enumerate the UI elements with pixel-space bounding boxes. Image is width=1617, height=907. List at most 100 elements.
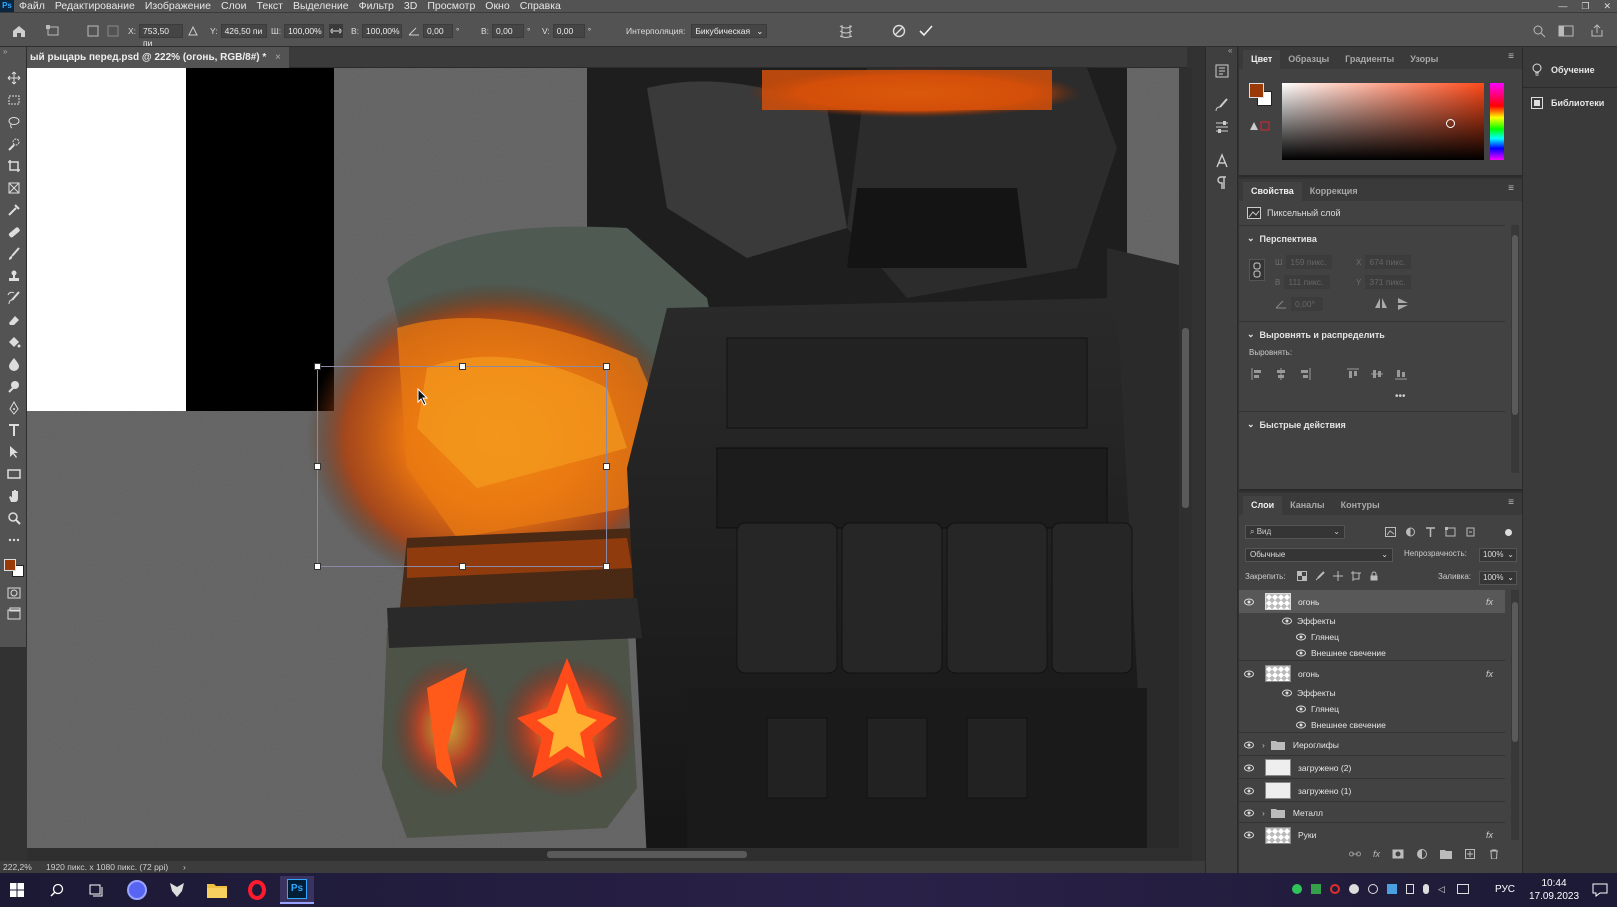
windows-start-icon[interactable] [0,876,34,904]
rotate-input[interactable]: 0,00 [423,24,453,38]
transform-handle-r[interactable] [603,463,610,470]
learn-button[interactable]: Обучение [1531,63,1595,77]
visibility-eye-icon[interactable] [1244,809,1254,817]
chevron-right-icon[interactable]: › [1262,808,1265,818]
effect-row-satin[interactable]: Глянец [1239,701,1505,717]
more-options-button[interactable]: ••• [1395,391,1406,402]
effect-row-outer-glow[interactable]: Внешнее свечение [1239,645,1505,661]
quick-actions-header[interactable]: ⌄ Быстрые действия [1247,419,1346,430]
taskbar-search-icon[interactable] [40,876,74,904]
add-mask-icon[interactable] [1392,849,1404,859]
layer-row-hands[interactable]: Руки fx [1239,824,1505,845]
visibility-eye-icon[interactable] [1296,633,1306,641]
vertical-scroll-thumb[interactable] [1182,328,1189,508]
tab-gradients[interactable]: Градиенты [1337,50,1402,69]
link-dimensions-icon[interactable] [1249,259,1265,281]
history-panel-icon[interactable] [1214,63,1230,79]
panel-menu-icon[interactable]: ≡ [1508,498,1514,508]
align-left-icon[interactable] [1251,368,1263,380]
tray-nvidia-icon[interactable] [1311,884,1321,894]
transform-bounding-box[interactable] [314,363,610,570]
tray-telegram-icon[interactable] [1387,884,1397,894]
file-explorer-icon[interactable] [200,876,234,904]
dodge-tool-icon[interactable] [5,377,22,394]
layer-row-loaded-2[interactable]: загружено (2) [1239,757,1505,779]
fill-input[interactable]: 100% ⌄ [1479,571,1517,585]
visibility-eye-icon[interactable] [1296,721,1306,729]
lock-transparency-icon[interactable] [1297,571,1307,581]
path-selection-tool-icon[interactable] [5,443,22,460]
effects-row[interactable]: Эффекты [1239,613,1505,629]
collapse-column-icon[interactable]: « [1228,46,1232,55]
y-input[interactable]: 426,50 пи [220,24,267,38]
filter-type-icon[interactable] [1425,527,1436,537]
transform-handle-t[interactable] [459,363,466,370]
color-swatches-pair[interactable] [1249,83,1275,109]
group-row-metal[interactable]: › Металл [1239,803,1505,823]
visibility-eye-icon[interactable] [1244,741,1254,749]
notifications-icon[interactable] [1592,882,1608,898]
transform-handle-tl[interactable] [314,363,321,370]
visibility-eye-icon[interactable] [1282,617,1292,625]
visibility-eye-icon[interactable] [1244,764,1254,772]
transform-icon[interactable] [45,23,61,39]
filter-smart-object-icon[interactable] [1465,527,1476,537]
persp-w-input[interactable]: 159 пикс. [1286,255,1333,269]
tray-mic-icon[interactable] [1423,884,1429,894]
close-window-icon[interactable]: ✕ [1603,0,1611,12]
interpolation-select[interactable]: Бикубическая ⌄ [691,24,768,38]
opacity-input[interactable]: 100% ⌄ [1479,548,1517,562]
align-bottom-icon[interactable] [1395,368,1407,380]
history-brush-tool-icon[interactable] [5,289,22,306]
close-tab-icon[interactable]: × [275,52,281,63]
input-language[interactable]: РУС [1495,884,1515,895]
collapse-toolbar-icon[interactable]: » [3,47,7,56]
discord-icon[interactable] [120,876,154,904]
document-tab[interactable]: ый рыцарь перед.psd @ 222% (огонь, RGB/8… [27,47,289,68]
move-tool-icon[interactable] [5,69,22,86]
layers-scroll-thumb[interactable] [1512,602,1518,742]
horizontal-scroll-thumb[interactable] [547,851,747,858]
menu-edit[interactable]: Редактирование [50,0,140,12]
search-icon[interactable] [1532,23,1546,39]
visibility-eye-icon[interactable] [1282,689,1292,697]
blur-tool-icon[interactable] [5,355,22,372]
tab-adjustments[interactable]: Коррекция [1302,182,1366,201]
opera-icon[interactable] [240,876,274,904]
x-input[interactable]: 753,50 пи [139,24,184,48]
perspective-section-header[interactable]: ⌄ Перспектива [1247,233,1317,244]
color-swatches[interactable] [4,556,24,580]
pen-tool-icon[interactable] [5,399,22,416]
delta-icon[interactable] [188,23,198,39]
align-center-v-icon[interactable] [1371,368,1383,380]
workspace-icon[interactable] [1558,23,1574,39]
persp-angle-input[interactable]: 0,00° [1291,297,1323,311]
new-layer-icon[interactable] [1464,849,1476,859]
visibility-eye-icon[interactable] [1244,598,1254,606]
eyedropper-tool-icon[interactable] [5,201,22,218]
new-adjustment-layer-icon[interactable] [1416,849,1428,859]
lock-all-icon[interactable] [1369,571,1379,581]
status-arrow-icon[interactable]: › [183,861,186,873]
menu-filter[interactable]: Фильтр [354,0,399,12]
quick-mask-icon[interactable] [5,584,22,601]
brush-tool-icon[interactable] [5,245,22,262]
adjustments-icon[interactable] [1214,119,1230,135]
transform-handle-tr[interactable] [603,363,610,370]
quick-selection-tool-icon[interactable] [5,135,22,152]
width-input[interactable]: 100,00% [284,24,325,38]
screen-mode-icon[interactable] [5,605,22,622]
persp-y-input[interactable]: 371 пикс. [1365,275,1412,289]
align-section-header[interactable]: ⌄ Выровнять и распределить [1247,329,1385,340]
hue-slider[interactable] [1490,83,1504,160]
align-right-icon[interactable] [1299,368,1311,380]
tab-properties[interactable]: Свойства [1243,182,1302,201]
zoom-tool-icon[interactable] [5,509,22,526]
group-row-hieroglyphs[interactable]: › Иероглифы [1239,734,1505,756]
tab-layers[interactable]: Слои [1243,496,1283,515]
more-tools-icon[interactable] [5,531,22,548]
menu-type[interactable]: Текст [252,0,288,12]
healing-brush-tool-icon[interactable] [5,223,22,240]
color-field[interactable] [1282,83,1484,160]
restore-icon[interactable]: ❐ [1581,0,1589,12]
